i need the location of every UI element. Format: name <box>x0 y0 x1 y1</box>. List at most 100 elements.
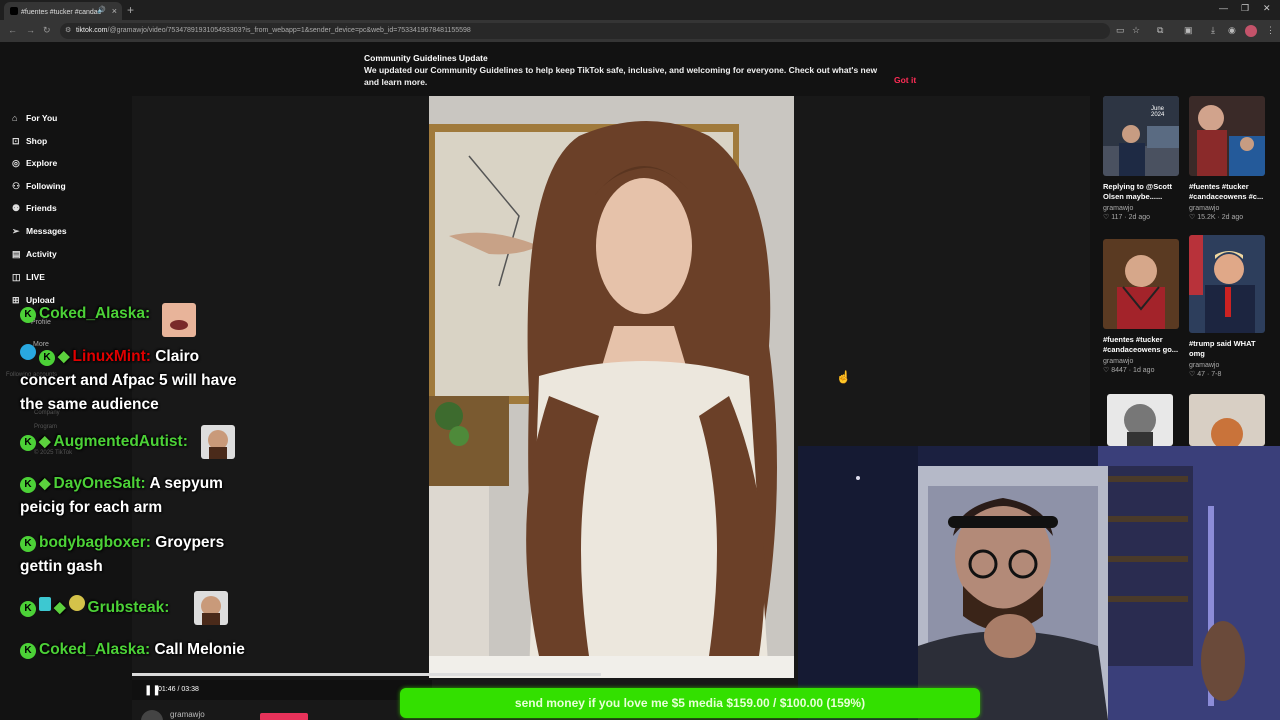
chat-username[interactable]: DayOneSalt: <box>54 475 146 492</box>
thumbnail-image <box>1107 394 1173 446</box>
author-name[interactable]: gramawjo <box>170 710 205 719</box>
sidebar-item-label: Messages <box>26 226 67 236</box>
got-it-button[interactable]: Got it <box>894 74 916 86</box>
chat-username[interactable]: bodybagboxer: <box>39 534 151 551</box>
video-author[interactable]: gramawjo <box>1189 362 1265 369</box>
kick-badge-icon: K <box>20 601 36 617</box>
video-thumbnail <box>1103 239 1179 329</box>
kick-badge-icon: K <box>20 643 36 659</box>
tab-title: #fuentes #tucker #candac <box>21 9 102 16</box>
video-progress[interactable] <box>132 673 601 676</box>
sub-badge-icon: ◆ <box>58 348 70 365</box>
sidebar-item-label: Explore <box>26 158 58 168</box>
video-thumbnail <box>1107 394 1173 446</box>
video-caption: Replying to @Scott Olsen maybe...... <box>1103 182 1172 201</box>
back-icon[interactable]: ← <box>8 25 17 35</box>
sidebar-item-label: For You <box>26 113 58 123</box>
menu-icon[interactable]: ⋮ <box>1266 25 1275 36</box>
follow-button[interactable] <box>260 713 308 720</box>
video-stats: ♡ 8447 · 1d ago <box>1103 367 1155 374</box>
sidepanel-icon[interactable]: ▣ <box>1184 25 1193 36</box>
new-tab-icon[interactable]: + <box>127 3 134 17</box>
send-icon: ➢ <box>12 226 20 236</box>
video-caption: #fuentes #tucker #candaceowens #c... <box>1189 182 1264 201</box>
browser-tabbar: #fuentes #tucker #candac 🔊 × + — ❐ ✕ <box>0 0 1280 20</box>
video-player[interactable] <box>429 96 794 678</box>
sidebar-item-friends[interactable]: ⚉ Friends <box>12 203 57 214</box>
bookmark-star-icon[interactable]: ☆ <box>1132 25 1140 36</box>
recommended-video[interactable]: June 2024 Replying to @Scott Olsen maybe… <box>1103 96 1179 221</box>
account-icon[interactable]: ◉ <box>1228 25 1236 36</box>
compass-icon: ◎ <box>12 158 20 168</box>
heart-icon: ♡ <box>1103 367 1112 374</box>
sidebar-item-messages[interactable]: ➢ Messages <box>12 226 67 237</box>
donation-goal-bar: send money if you love me $5 media $159.… <box>400 688 980 718</box>
home-icon: ⌂ <box>12 113 18 123</box>
recommended-video[interactable] <box>1189 394 1265 446</box>
recommended-video[interactable]: #fuentes #tucker #candaceowens #c... gra… <box>1189 96 1265 221</box>
sidebar-item-explore[interactable]: ◎ Explore <box>12 158 57 169</box>
video-caption: #trump said WHAT omg <box>1189 339 1256 358</box>
sidebar-item-following[interactable]: ⚇ Following <box>12 181 66 192</box>
recommended-video[interactable]: #fuentes #tucker #candaceowens go... gra… <box>1103 239 1179 374</box>
kick-badge-icon: K <box>20 435 36 451</box>
banner-body: We updated our Community Guidelines to h… <box>364 65 878 87</box>
chat-username[interactable]: AugmentedAutist: <box>54 433 188 450</box>
webcam-image <box>798 446 1280 720</box>
sidebar-item-label: Following <box>26 181 66 191</box>
recommended-video[interactable] <box>1107 394 1183 446</box>
heart-icon: ♡ <box>1103 214 1112 221</box>
maximize-icon[interactable]: ❐ <box>1241 3 1249 14</box>
sub-badge-icon: ◆ <box>39 433 51 450</box>
video-thumbnail <box>1189 96 1265 176</box>
thumbnail-image <box>1103 239 1179 329</box>
sidebar-item-activity[interactable]: ▤ Activity <box>12 249 57 260</box>
site-info-icon[interactable]: ⚙ <box>65 26 71 34</box>
kick-badge-icon: K <box>20 536 36 552</box>
cast-icon[interactable]: ▭ <box>1116 25 1125 36</box>
url-field[interactable]: ⚙ tiktok.com/@gramawjo/video/75347891931… <box>60 23 1110 39</box>
chat-message: Kbodybagboxer: Groypers gettin gash <box>20 531 255 579</box>
friends-icon: ⚉ <box>12 203 21 213</box>
sidebar-item-for-you[interactable]: ⌂ For You <box>12 113 57 123</box>
sidebar-item-live[interactable]: ◫ LIVE <box>12 272 45 283</box>
following-icon: ⚇ <box>12 181 21 191</box>
chat-username[interactable]: Grubsteak: <box>88 599 170 616</box>
url-path: /@gramawjo/video/7534789193105493303?is_… <box>107 27 471 34</box>
close-icon[interactable]: × <box>112 6 117 16</box>
window-close-icon[interactable]: ✕ <box>1263 3 1271 14</box>
profile-avatar[interactable] <box>1245 25 1257 37</box>
thumbnail-image <box>1189 235 1265 333</box>
video-thumbnail <box>1189 394 1265 446</box>
chat-username[interactable]: LinuxMint: <box>73 348 151 365</box>
sidebar-item-label: Friends <box>26 203 57 213</box>
sidebar-item-shop[interactable]: ⊡ Shop <box>12 136 47 147</box>
recommended-video[interactable]: #trump said WHAT omg gramawjo ♡ 47 · 7-8 <box>1189 235 1265 378</box>
chat-message: K ◆ DayOneSalt: A sepyum peicig for each a… <box>20 472 255 520</box>
date-badge: June 2024 <box>1151 106 1165 118</box>
chat-emote-image <box>201 425 235 459</box>
shop-icon: ⊡ <box>12 136 20 146</box>
reload-icon[interactable]: ↻ <box>43 25 51 36</box>
minimize-icon[interactable]: — <box>1219 3 1228 13</box>
download-icon[interactable]: ⤓ <box>1211 25 1215 36</box>
chat-username[interactable]: Coked_Alaska: <box>39 641 150 658</box>
sidebar-item-label: Activity <box>26 249 57 259</box>
guidelines-banner: Community Guidelines Update We updated o… <box>364 52 924 88</box>
extensions-icon[interactable]: ⧉ <box>1157 25 1163 36</box>
video-author[interactable]: gramawjo <box>1103 358 1179 365</box>
forward-icon[interactable]: → <box>26 25 35 35</box>
gift-badge-icon <box>39 597 51 611</box>
video-author[interactable]: gramawjo <box>1103 205 1179 212</box>
emoji-badge-icon <box>68 595 85 611</box>
live-icon: ◫ <box>12 272 21 282</box>
video-author[interactable]: gramawjo <box>1189 205 1265 212</box>
heart-icon: ♡ <box>1189 371 1198 378</box>
chat-emote-image <box>194 591 228 625</box>
video-stats: ♡ 47 · 7-8 <box>1189 371 1222 378</box>
chat-username[interactable]: Coked_Alaska: <box>39 305 150 322</box>
video-stats: ♡ 117 · 2d ago <box>1103 214 1151 221</box>
address-bar: ← → ↻ ⚙ tiktok.com/@gramawjo/video/75347… <box>0 20 1280 42</box>
browser-tab[interactable]: #fuentes #tucker #candac 🔊 × <box>4 2 122 20</box>
speaker-icon[interactable]: 🔊 <box>97 6 106 14</box>
